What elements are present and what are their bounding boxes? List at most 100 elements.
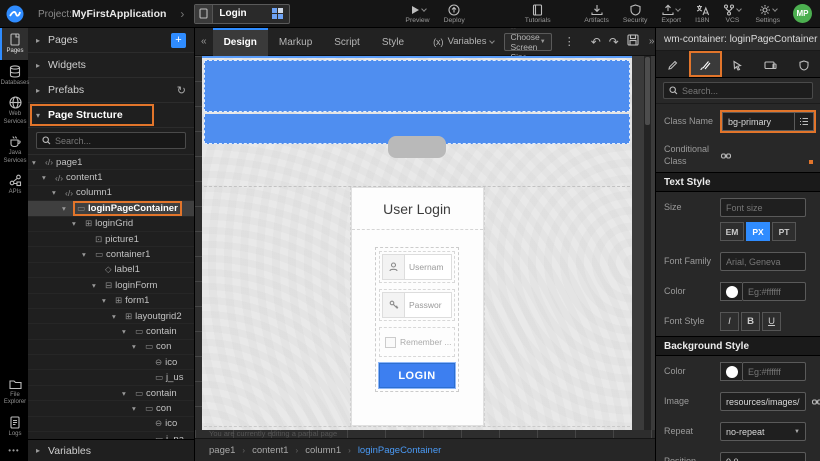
canvas-tab[interactable]: Markup [268, 28, 323, 56]
scrollbar-thumb[interactable] [645, 57, 650, 125]
background-image-input[interactable]: resources/images/im [720, 392, 806, 411]
tree-node[interactable]: ◇ label1 [28, 263, 194, 278]
canvas-vertical-scrollbar[interactable] [644, 56, 651, 430]
tree-node[interactable]: ▾ ‹/› column1 [28, 186, 194, 201]
tab-properties[interactable] [656, 51, 689, 77]
export-button[interactable]: Export [654, 0, 688, 28]
breadcrumb-item[interactable]: page1 › [209, 445, 252, 456]
caret-icon[interactable]: ▾ [122, 389, 133, 398]
color-swatch-button[interactable] [720, 362, 742, 381]
canvas-tab[interactable]: Design [213, 28, 268, 56]
repeat-select[interactable]: no-repeat ▼ [720, 422, 806, 441]
section-page-structure[interactable]: ▾ Page Structure [28, 103, 194, 128]
kebab-menu-icon[interactable]: ⋮ [560, 35, 579, 48]
refresh-icon[interactable]: ↻ [177, 84, 186, 97]
italic-button[interactable]: I [720, 312, 739, 331]
tab-styles[interactable] [689, 51, 722, 77]
password-input[interactable]: Passwor [405, 293, 451, 317]
undo-button[interactable]: ↶ [587, 35, 605, 49]
section-variables[interactable]: ▸ Variables [28, 439, 194, 461]
caret-icon[interactable]: ▾ [92, 281, 103, 290]
tree-node[interactable]: ▾ ‹/› page1 [28, 155, 194, 170]
class-name-input[interactable]: bg-primary [722, 112, 794, 131]
unit-pt-button[interactable]: PT [772, 222, 796, 241]
caret-icon[interactable]: ▾ [102, 296, 113, 305]
login-container-header-band[interactable] [204, 60, 630, 112]
breadcrumb-item[interactable]: loginPageContainer › [358, 445, 441, 456]
section-widgets[interactable]: ▸ Widgets [28, 53, 194, 78]
caret-icon[interactable]: ▾ [52, 188, 63, 197]
tree-node[interactable]: ⊡ picture1 [28, 232, 194, 247]
background-style-header[interactable]: Background Style [656, 336, 820, 356]
vcs-button[interactable]: VCS [716, 0, 748, 28]
caret-icon[interactable]: ▾ [32, 158, 43, 167]
tree-node[interactable]: ▾ ⊞ form1 [28, 294, 194, 309]
tree-node[interactable]: ▭ j_us [28, 370, 194, 385]
add-page-button[interactable]: + [171, 33, 186, 48]
color-swatch-button[interactable] [720, 282, 742, 301]
tree-node[interactable]: ▾ ⊟ loginForm [28, 278, 194, 293]
login-form[interactable]: Usernam Passwor [375, 247, 459, 392]
class-list-button[interactable] [794, 112, 814, 131]
grid-right-column[interactable] [484, 187, 631, 426]
caret-icon[interactable]: ▾ [132, 342, 143, 351]
tab-devices[interactable] [754, 51, 787, 77]
picture1-placeholder[interactable] [388, 136, 446, 158]
sidebar-item-web-services[interactable]: Web Services [0, 91, 28, 130]
tree-node[interactable]: ⊖ ico [28, 417, 194, 432]
remember-checkbox[interactable] [385, 337, 396, 348]
i18n-button[interactable]: I18N [688, 0, 716, 28]
app-logo[interactable] [0, 0, 30, 28]
link-icon[interactable] [720, 151, 732, 161]
canvas-tab[interactable]: Script [323, 28, 371, 56]
sidebar-item-pages[interactable]: Pages [0, 28, 28, 60]
save-button[interactable] [623, 33, 643, 51]
sidebar-item-apis[interactable]: APIs [0, 169, 28, 201]
unit-px-button[interactable]: PX [746, 222, 770, 241]
caret-icon[interactable]: ▾ [122, 327, 133, 336]
text-color-input[interactable]: Eg:#ffffff [742, 282, 806, 301]
link-icon[interactable] [811, 397, 820, 407]
grid-left-column[interactable] [204, 187, 351, 426]
username-row[interactable]: Usernam [379, 251, 455, 283]
tree-node[interactable]: ⊖ ico [28, 355, 194, 370]
artifacts-button[interactable]: Artifacts [577, 0, 616, 28]
username-input[interactable]: Usernam [405, 255, 451, 279]
tree-node[interactable]: ▾ ▭ con [28, 401, 194, 416]
font-size-input[interactable]: Font size [720, 198, 806, 217]
sidebar-item-file-explorer[interactable]: File Explorer [0, 373, 28, 411]
breadcrumb-item[interactable]: content1 › [252, 445, 305, 456]
underline-button[interactable]: U [762, 312, 781, 331]
more-options-icon[interactable]: ••• [0, 442, 28, 461]
tree-node[interactable]: ▾ ▭ contain [28, 386, 194, 401]
login-button[interactable]: LOGIN [379, 363, 455, 388]
screen-size-select[interactable]: -- Choose Screen Size -- ▼ [504, 33, 551, 51]
bold-button[interactable]: B [741, 312, 760, 331]
background-position-input[interactable]: 0 0 [720, 452, 806, 461]
settings-button[interactable]: Settings [748, 0, 787, 28]
background-color-input[interactable]: Eg:#ffffff [742, 362, 806, 381]
collapse-panel-icon[interactable]: « [195, 36, 213, 47]
section-prefabs[interactable]: ▸ Prefabs ↻ [28, 78, 194, 103]
tree-node[interactable]: ▾ ▭ container1 [28, 247, 194, 262]
password-row[interactable]: Passwor [379, 289, 455, 321]
caret-icon[interactable]: ▾ [72, 219, 83, 228]
page-preview[interactable]: User Login Usernam [202, 56, 632, 430]
sidebar-item-java-services[interactable]: Java Services [0, 130, 28, 169]
user-avatar[interactable]: MP [793, 4, 812, 23]
tree-node[interactable]: ▾ ⊞ loginGrid [28, 217, 194, 232]
deploy-button[interactable]: Deploy [437, 0, 472, 28]
canvas-tab[interactable]: Style [371, 28, 415, 56]
search-input[interactable]: Search... [663, 82, 813, 99]
open-page-tab[interactable]: Login [194, 4, 290, 24]
font-family-input[interactable]: Arial, Geneva [720, 252, 806, 271]
tree-node[interactable]: ▾ ▭ con [28, 340, 194, 355]
preview-button[interactable]: Preview [398, 0, 436, 28]
caret-icon[interactable]: ▾ [82, 250, 93, 259]
tree-node[interactable]: ▾ ⊞ layoutgrid2 [28, 309, 194, 324]
search-input[interactable]: Search... [36, 132, 186, 149]
caret-icon[interactable]: ▾ [112, 312, 123, 321]
tree-node[interactable]: ▾ ▭ loginPageContainer [28, 201, 194, 216]
redo-button[interactable]: ↷ [605, 35, 623, 49]
page-layout-grid-icon[interactable] [272, 8, 284, 20]
